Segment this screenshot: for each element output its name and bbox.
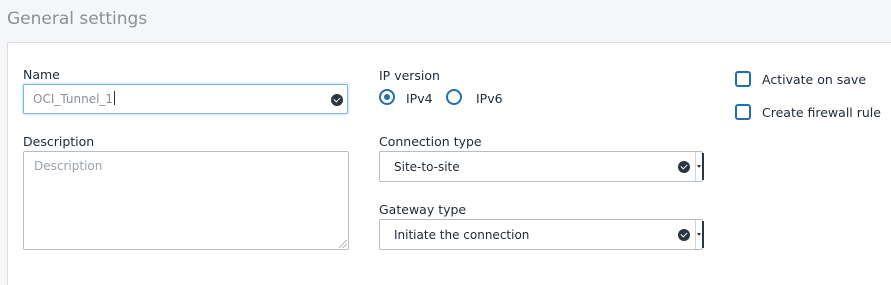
ipv4-radio[interactable] <box>379 89 395 105</box>
connection-type-label: Connection type <box>379 134 482 149</box>
gateway-type-label: Gateway type <box>379 202 467 217</box>
ipv4-label[interactable]: IPv4 <box>406 91 433 106</box>
activate-on-save-label[interactable]: Activate on save <box>762 72 866 87</box>
description-placeholder: Description <box>34 159 103 173</box>
ip-version-label: IP version <box>379 68 440 83</box>
activate-on-save-checkbox[interactable] <box>735 71 751 87</box>
name-label: Name <box>23 67 60 82</box>
valid-check-icon <box>678 229 690 241</box>
create-firewall-rule-checkbox[interactable] <box>735 104 751 120</box>
name-field[interactable]: OCI_Tunnel_1 <box>23 84 348 114</box>
name-field-value: OCI_Tunnel_1 <box>33 91 116 106</box>
gateway-type-value: Initiate the connection <box>394 228 530 242</box>
connection-type-value: Site-to-site <box>394 160 460 174</box>
ipv6-radio[interactable] <box>446 89 462 105</box>
text-caret <box>114 91 116 105</box>
section-title: General settings <box>7 9 148 29</box>
resize-grip-icon[interactable] <box>339 240 347 248</box>
select-edge <box>702 221 704 248</box>
gateway-type-select[interactable]: Initiate the connection <box>379 219 704 250</box>
select-edge <box>702 153 704 180</box>
chevron-down-icon[interactable] <box>695 220 702 249</box>
description-field[interactable]: Description <box>23 151 349 250</box>
connection-type-select[interactable]: Site-to-site <box>379 151 704 182</box>
ipv6-label[interactable]: IPv6 <box>476 91 503 106</box>
create-firewall-rule-label[interactable]: Create firewall rule <box>762 105 881 120</box>
description-label: Description <box>23 134 95 149</box>
valid-check-icon <box>331 94 343 106</box>
chevron-down-icon[interactable] <box>695 152 702 181</box>
valid-check-icon <box>678 161 690 173</box>
